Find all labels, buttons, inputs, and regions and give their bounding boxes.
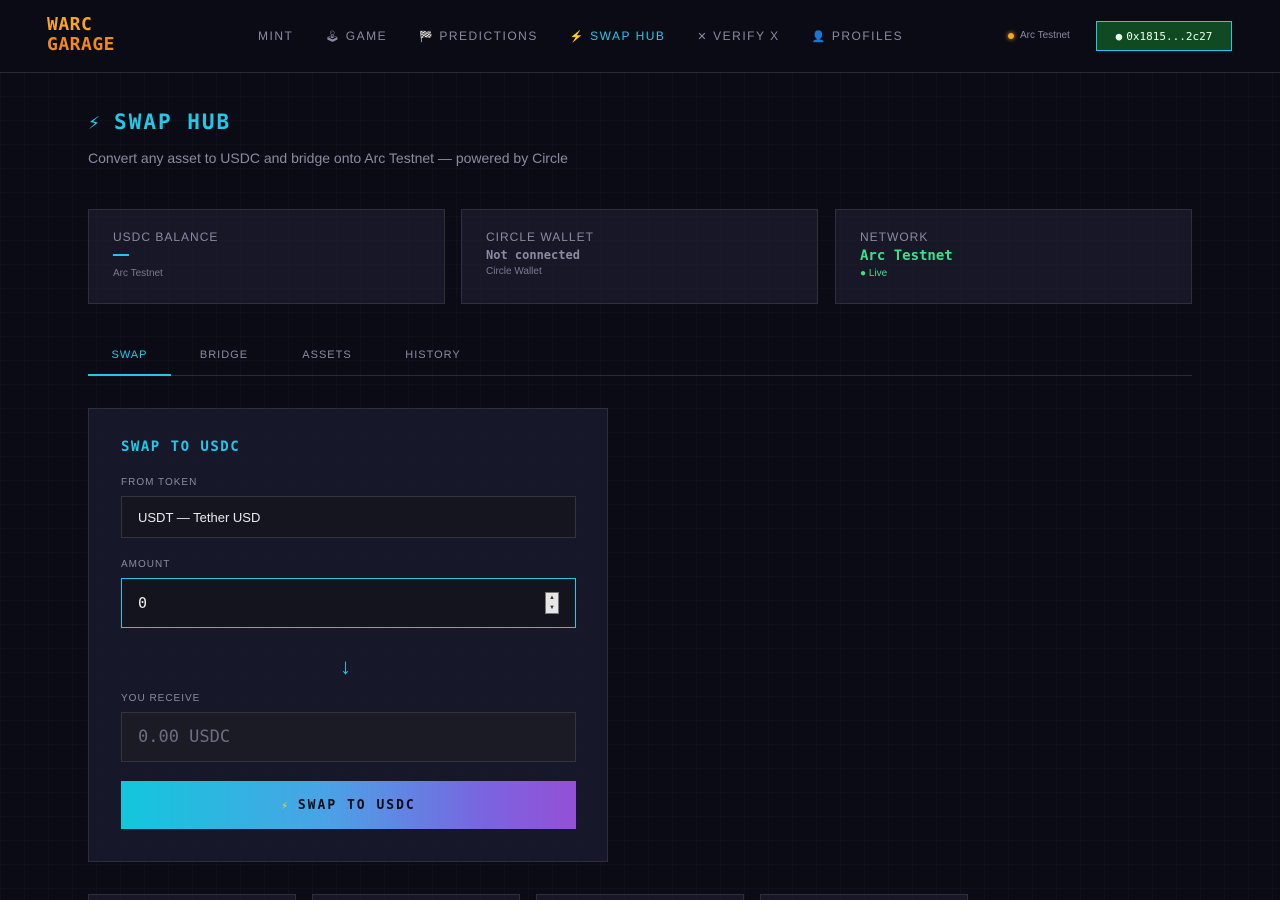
- wallet-address: 0x1815...2c27: [1126, 29, 1213, 43]
- bottom-card: [312, 894, 520, 900]
- card-value: Arc Testnet: [860, 248, 953, 264]
- usdc-balance-card: USDC BALANCE Arc Testnet: [88, 209, 445, 304]
- checkered-flag-icon: 🏁: [419, 30, 435, 43]
- from-token-label: FROM TOKEN: [121, 477, 198, 488]
- balance-placeholder-dash: [113, 254, 129, 256]
- nav-item-label: PREDICTIONS: [439, 29, 538, 43]
- user-icon: 👤: [811, 30, 827, 43]
- joystick-icon: 🕹: [325, 30, 341, 43]
- lightning-icon: ⚡: [88, 110, 103, 134]
- nav-item-game[interactable]: 🕹 GAME: [325, 29, 387, 43]
- wallet-button[interactable]: ● 0x1815...2c27: [1096, 21, 1232, 51]
- from-token-select[interactable]: USDT — Tether USD: [121, 496, 576, 538]
- lightning-icon: ⚡: [569, 30, 586, 43]
- bottom-card: [536, 894, 744, 900]
- swap-panel-title: SWAP TO USDC: [121, 439, 241, 455]
- receive-value: 0.00 USDC: [138, 727, 231, 747]
- from-token-value: USDT — Tether USD: [138, 509, 261, 525]
- logo-line-2: GARAGE: [47, 34, 116, 55]
- nav-item-label: MINT: [258, 29, 294, 43]
- swap-panel: SWAP TO USDC FROM TOKEN USDT — Tether US…: [88, 408, 608, 862]
- nav-item-swap-hub[interactable]: ⚡ SWAP HUB: [570, 29, 666, 43]
- you-receive-label: YOU RECEIVE: [121, 693, 201, 704]
- nav-item-profiles[interactable]: 👤 PROFILES: [812, 29, 904, 43]
- main-nav: MINT 🕹 GAME 🏁 PREDICTIONS ⚡ SWAP HUB ✕ V…: [258, 29, 903, 43]
- tab-bridge[interactable]: BRIDGE: [171, 340, 277, 376]
- card-value: Not connected: [486, 248, 580, 262]
- x-logo-icon: ✕: [697, 30, 709, 43]
- top-navbar: WARC GARAGE MINT 🕹 GAME 🏁 PREDICTIONS ⚡ …: [0, 0, 1280, 73]
- card-label: CIRCLE WALLET: [486, 230, 594, 244]
- bottom-card: [760, 894, 968, 900]
- network-card: NETWORK Arc Testnet ● Live: [835, 209, 1192, 304]
- nav-item-label: SWAP HUB: [590, 29, 666, 43]
- nav-item-label: PROFILES: [831, 29, 904, 43]
- tab-history[interactable]: HISTORY: [377, 340, 489, 376]
- circle-wallet-card: CIRCLE WALLET Not connected Circle Walle…: [461, 209, 818, 304]
- you-receive-field: 0.00 USDC: [121, 712, 576, 762]
- page-title-text: SWAP HUB: [114, 110, 232, 134]
- connected-dot-icon: ●: [1115, 29, 1123, 43]
- nav-item-label: VERIFY X: [713, 29, 780, 43]
- live-status: ● Live: [860, 268, 888, 279]
- app-logo[interactable]: WARC GARAGE: [47, 15, 115, 55]
- nav-item-mint[interactable]: MINT: [258, 29, 293, 43]
- page-title: ⚡ SWAP HUB: [88, 110, 231, 134]
- card-subtext: Arc Testnet: [113, 268, 163, 279]
- nav-item-verify-x[interactable]: ✕ VERIFY X: [697, 29, 779, 43]
- nav-item-predictions[interactable]: 🏁 PREDICTIONS: [419, 29, 538, 43]
- logo-line-1: WARC: [47, 14, 93, 35]
- network-indicator-label: Arc Testnet: [1020, 30, 1070, 41]
- tab-assets[interactable]: ASSETS: [277, 340, 377, 376]
- amount-label: AMOUNT: [121, 559, 171, 570]
- amount-input[interactable]: [138, 594, 518, 612]
- bottom-card: [88, 894, 296, 900]
- card-subtext: Circle Wallet: [486, 266, 542, 277]
- status-dot-icon: [1008, 32, 1014, 39]
- swap-hub-tabs: SWAP BRIDGE ASSETS HISTORY: [88, 340, 1192, 376]
- network-indicator: Arc Testnet: [1008, 30, 1070, 41]
- lightning-icon: ⚡: [281, 798, 290, 812]
- swap-to-usdc-button[interactable]: ⚡ SWAP TO USDC: [121, 781, 576, 829]
- card-label: NETWORK: [860, 230, 929, 244]
- stepper-up-icon[interactable]: ▲: [546, 593, 558, 603]
- nav-item-label: GAME: [345, 29, 388, 43]
- tab-swap[interactable]: SWAP: [88, 340, 171, 376]
- arrow-down-icon: ↓: [340, 654, 351, 679]
- page-subtitle: Convert any asset to USDC and bridge ont…: [88, 150, 568, 166]
- amount-field[interactable]: ▲ ▼: [121, 578, 576, 628]
- stepper-down-icon[interactable]: ▼: [546, 603, 558, 613]
- swap-button-label: SWAP TO USDC: [297, 797, 416, 813]
- card-label: USDC BALANCE: [113, 230, 219, 244]
- amount-stepper[interactable]: ▲ ▼: [545, 592, 559, 614]
